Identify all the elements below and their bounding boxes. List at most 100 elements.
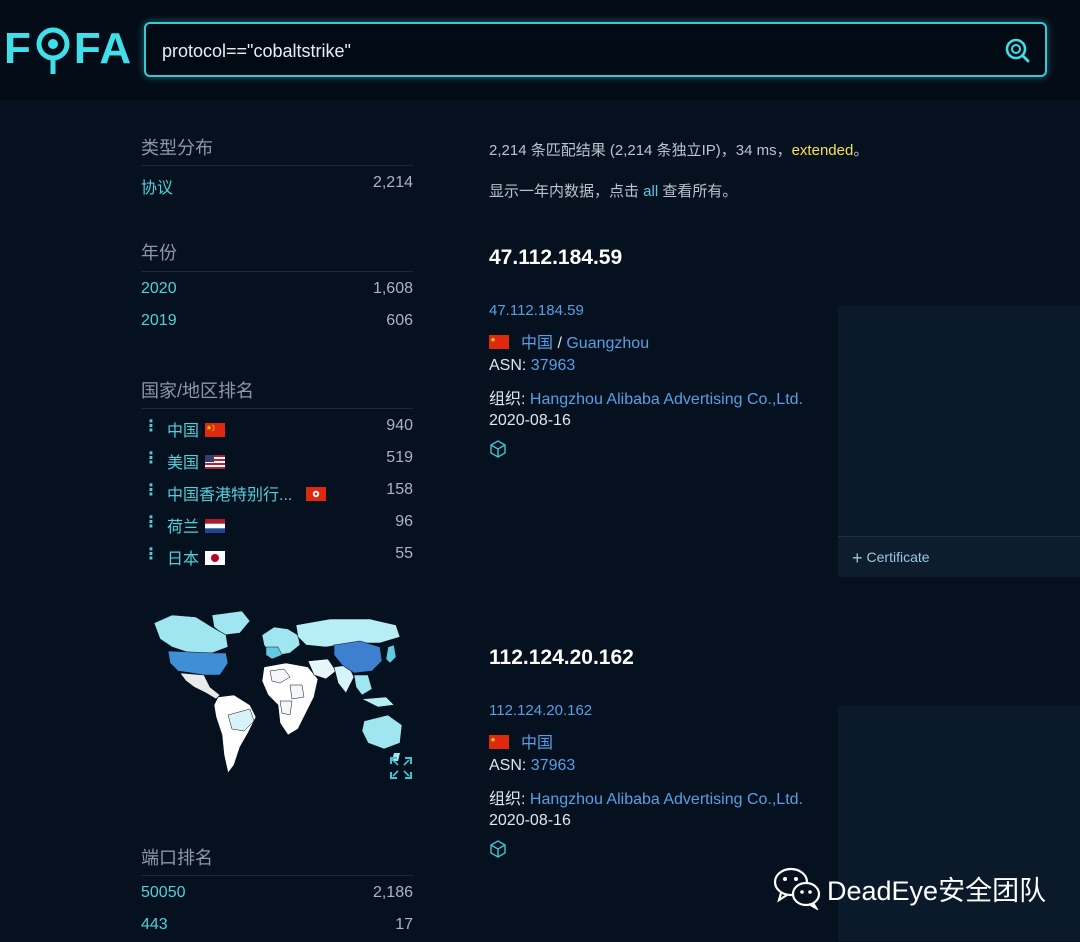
divider [141, 408, 413, 409]
country-label[interactable]: 荷兰 [167, 519, 199, 536]
more-icon[interactable]: ⋮ [143, 416, 159, 436]
country-count: 96 [395, 513, 413, 530]
more-icon[interactable]: ⋮ [143, 448, 159, 468]
country-count: 158 [386, 481, 413, 498]
divider [141, 875, 413, 876]
country-link[interactable]: 中国 [521, 735, 553, 752]
result-date: 2020-08-16 [489, 412, 571, 429]
year-count: 606 [386, 312, 413, 329]
asn-label: ASN: [489, 357, 531, 374]
search-input[interactable] [160, 36, 984, 66]
year-row[interactable]: 2020 1,608 [141, 280, 413, 306]
cube-icon[interactable] [489, 840, 507, 858]
range-text: 显示一年内数据，点击 [489, 183, 644, 200]
year-count: 1,608 [372, 280, 413, 297]
hk-flag-icon [306, 487, 327, 501]
type-label[interactable]: 协议 [141, 174, 173, 198]
more-icon[interactable]: ⋮ [143, 512, 159, 532]
screenshot-panel [838, 306, 1080, 536]
watermark: DeadEye安全团队 [773, 866, 1047, 912]
extended-link[interactable]: extended [792, 142, 854, 159]
year-label[interactable]: 2019 [141, 312, 177, 330]
certificate-toggle[interactable]: + Certificate [838, 536, 1080, 577]
country-name-wrap: 中国 [167, 417, 226, 441]
country-name-wrap: 中国香港特别行... [167, 481, 327, 505]
org-link[interactable]: Hangzhou Alibaba Advertising Co.,Ltd. [530, 391, 803, 408]
certificate-label[interactable]: Certificate [867, 549, 930, 565]
type-row[interactable]: 协议 2,214 [141, 174, 413, 200]
expand-icon[interactable] [390, 757, 412, 779]
country-count: 55 [395, 545, 413, 562]
country-label[interactable]: 日本 [167, 551, 199, 568]
more-icon[interactable]: ⋮ [143, 480, 159, 500]
more-icon[interactable]: ⋮ [143, 544, 159, 564]
country-row[interactable]: ⋮ 日本 55 [141, 545, 413, 571]
country-label[interactable]: 中国香港特别行... [167, 487, 292, 504]
result-title[interactable]: 112.124.20.162 [489, 646, 634, 670]
port-row[interactable]: 50050 2,186 [141, 884, 413, 910]
city-link[interactable]: Guangzhou [566, 335, 649, 352]
country-row[interactable]: ⋮ 美国 519 [141, 449, 413, 475]
result-ip-link[interactable]: 112.124.20.162 [489, 702, 592, 719]
org-label: 组织: [489, 391, 530, 408]
country-section-title: 国家/地区排名 [141, 381, 255, 401]
range-suffix: 查看所有。 [658, 183, 738, 200]
asn-label: ASN: [489, 757, 531, 774]
jp-flag-icon [205, 551, 226, 565]
watermark-text: DeadEye安全团队 [827, 875, 1047, 906]
all-link[interactable]: all [643, 183, 658, 200]
us-flag-icon [205, 455, 226, 469]
cube-icon[interactable] [489, 440, 507, 458]
result-date: 2020-08-16 [489, 812, 571, 829]
port-row[interactable]: 443 17 [141, 916, 413, 942]
country-count: 940 [386, 417, 413, 434]
country-count: 519 [386, 449, 413, 466]
summary-suffix: 。 [853, 142, 869, 159]
result-location: 中国 [489, 729, 553, 753]
logo-text-left: F [4, 24, 32, 73]
port-label[interactable]: 443 [141, 916, 168, 934]
fofa-logo[interactable]: F FA [4, 24, 132, 74]
org-link[interactable]: Hangzhou Alibaba Advertising Co.,Ltd. [530, 791, 803, 808]
port-section-title: 端口排名 [141, 848, 213, 868]
year-section-title: 年份 [141, 243, 177, 263]
divider [141, 271, 413, 272]
port-label[interactable]: 50050 [141, 884, 186, 902]
country-label[interactable]: 美国 [167, 455, 199, 472]
result-title[interactable]: 47.112.184.59 [489, 246, 622, 270]
logo-pin-icon [33, 24, 73, 74]
divider [141, 165, 413, 166]
world-map[interactable] [150, 605, 405, 780]
cn-flag-icon [205, 423, 226, 437]
cn-flag-icon [489, 335, 509, 349]
search-icon[interactable] [1003, 36, 1031, 64]
summary-text: 2,214 条匹配结果 (2,214 条独立IP)，34 ms， [489, 142, 792, 159]
year-label[interactable]: 2020 [141, 280, 177, 298]
country-name-wrap: 美国 [167, 449, 226, 473]
country-name-wrap: 荷兰 [167, 513, 226, 537]
result-range-note: 显示一年内数据，点击 all 查看所有。 [489, 180, 737, 201]
year-row[interactable]: 2019 606 [141, 312, 413, 338]
country-name-wrap: 日本 [167, 545, 226, 569]
result-ip-link[interactable]: 47.112.184.59 [489, 302, 584, 319]
country-row[interactable]: ⋮ 中国 940 [141, 417, 413, 443]
org-label: 组织: [489, 791, 530, 808]
location-separator: / [553, 335, 567, 352]
asn-link[interactable]: 37963 [531, 357, 576, 374]
cn-flag-icon [489, 735, 509, 749]
wechat-icon [773, 866, 821, 912]
result-org: 组织: Hangzhou Alibaba Advertising Co.,Ltd… [489, 785, 803, 809]
asn-link[interactable]: 37963 [531, 757, 576, 774]
nl-flag-icon [205, 519, 226, 533]
country-label[interactable]: 中国 [167, 423, 199, 440]
result-org: 组织: Hangzhou Alibaba Advertising Co.,Ltd… [489, 385, 803, 409]
type-count: 2,214 [372, 174, 413, 191]
result-location: 中国 / Guangzhou [489, 329, 649, 353]
country-link[interactable]: 中国 [521, 335, 553, 352]
logo-text-right: FA [73, 24, 133, 73]
result-asn: ASN: 37963 [489, 757, 575, 775]
search-box [144, 22, 1047, 77]
country-row[interactable]: ⋮ 荷兰 96 [141, 513, 413, 539]
port-count: 17 [395, 916, 413, 933]
country-row[interactable]: ⋮ 中国香港特别行... 158 [141, 481, 413, 507]
